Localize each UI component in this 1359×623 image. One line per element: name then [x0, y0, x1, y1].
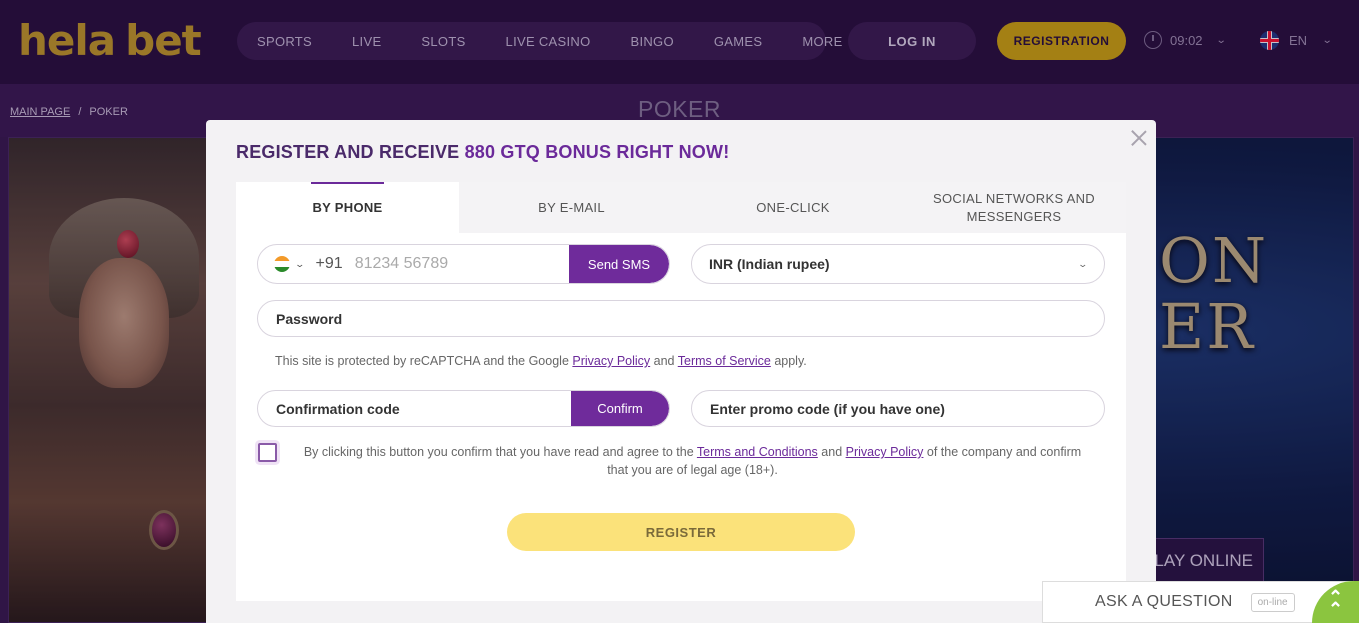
privacy-policy-link[interactable]: Privacy Policy: [846, 445, 924, 459]
tab-by-phone[interactable]: BY PHONE: [236, 182, 459, 233]
recaptcha-text-after: apply.: [770, 354, 807, 368]
terms-and-conditions-link[interactable]: Terms and Conditions: [697, 445, 818, 459]
close-icon[interactable]: [1129, 128, 1149, 148]
promo-code-field: [691, 390, 1105, 427]
confirmation-code-field: Confirm: [257, 390, 670, 427]
modal-title-bonus: 880 GTQ BONUS RIGHT NOW!: [464, 142, 730, 162]
recaptcha-text-and: and: [650, 354, 678, 368]
india-flag-icon[interactable]: [274, 256, 290, 272]
double-chevron-up-icon: ⌃ ⌃: [1328, 587, 1344, 619]
password-input[interactable]: [276, 310, 1104, 327]
agreement-text-and: and: [817, 445, 846, 459]
phone-field: ⌄ +91 Send SMS: [257, 244, 670, 284]
modal-title-prefix: REGISTER AND RECEIVE: [236, 142, 465, 162]
currency-select[interactable]: INR (Indian rupee) ⌄: [691, 244, 1105, 284]
register-button[interactable]: REGISTER: [507, 513, 855, 551]
chevron-down-icon: ⌄: [1077, 258, 1089, 269]
recaptcha-text-before: This site is protected by reCAPTCHA and …: [275, 354, 573, 368]
send-sms-button[interactable]: Send SMS: [569, 245, 669, 283]
currency-value: INR (Indian rupee): [709, 256, 830, 272]
agreement-checkbox[interactable]: [258, 443, 277, 462]
agreement-text-before: By clicking this button you confirm that…: [303, 445, 697, 459]
chevron-down-icon[interactable]: ⌄: [294, 259, 305, 270]
password-field: [257, 300, 1105, 337]
dial-code: +91: [315, 255, 343, 272]
confirm-button[interactable]: Confirm: [571, 391, 669, 426]
tab-by-email[interactable]: BY E-MAIL: [459, 182, 684, 233]
recaptcha-notice: This site is protected by reCAPTCHA and …: [275, 354, 807, 368]
recaptcha-privacy-link[interactable]: Privacy Policy: [572, 354, 650, 368]
recaptcha-terms-link[interactable]: Terms of Service: [678, 354, 771, 368]
agreement-text: By clicking this button you confirm that…: [300, 443, 1085, 479]
registration-tabs: BY PHONE BY E-MAIL ONE-CLICK SOCIAL NETW…: [236, 182, 1126, 233]
ask-question-label: ASK A QUESTION: [1095, 593, 1233, 610]
modal-title: REGISTER AND RECEIVE 880 GTQ BONUS RIGHT…: [236, 142, 729, 163]
phone-input[interactable]: [354, 255, 555, 273]
promo-code-input[interactable]: [710, 400, 1104, 417]
confirmation-code-input[interactable]: [276, 400, 566, 417]
online-status-badge: on-line: [1250, 592, 1295, 612]
tab-social-networks[interactable]: SOCIAL NETWORKS AND MESSENGERS: [902, 182, 1126, 233]
tab-one-click[interactable]: ONE-CLICK: [684, 182, 902, 233]
